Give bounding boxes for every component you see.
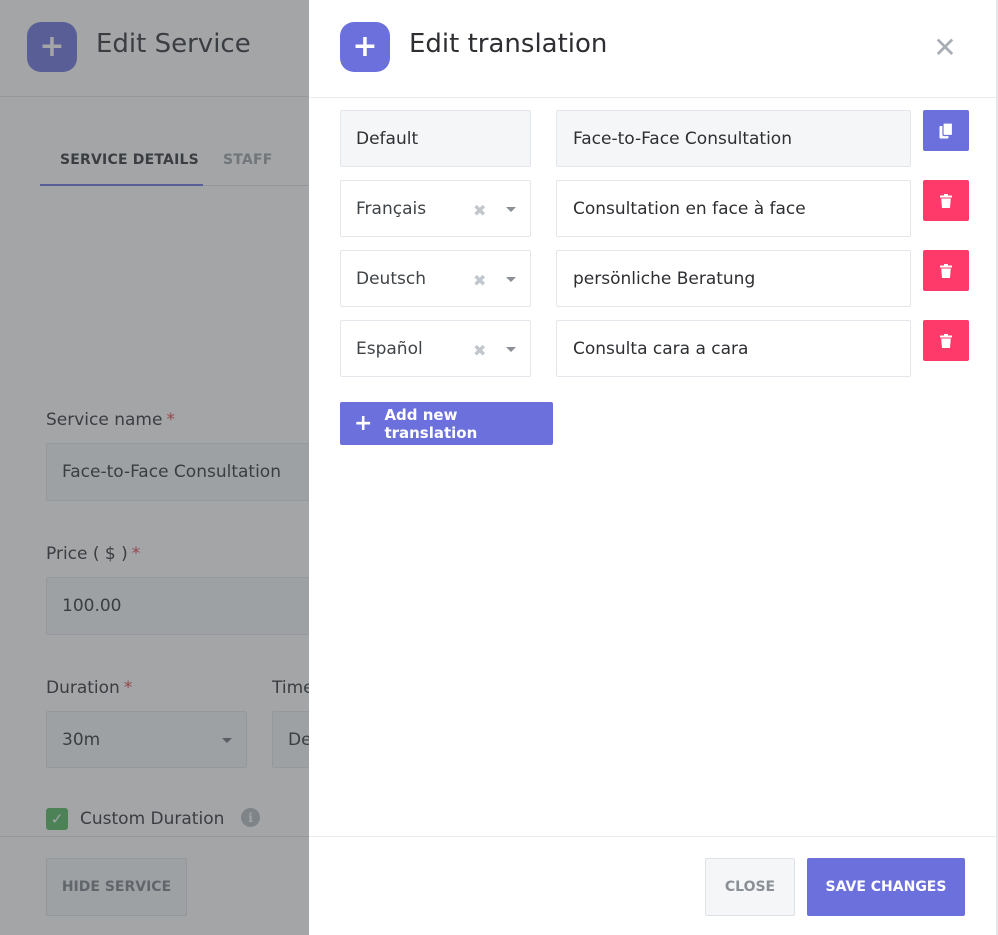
panel-title: Edit translation bbox=[409, 29, 608, 59]
trash-icon bbox=[940, 193, 952, 208]
plus-icon: + bbox=[354, 410, 373, 436]
save-changes-button[interactable]: SAVE CHANGES bbox=[807, 858, 965, 916]
copy-icon bbox=[939, 122, 953, 138]
copy-button[interactable] bbox=[923, 110, 969, 151]
language-select-french[interactable]: Français ✖ bbox=[340, 180, 531, 237]
language-value: Deutsch bbox=[356, 268, 426, 289]
translation-input-french[interactable]: Consultation en face à face bbox=[556, 180, 911, 237]
close-icon[interactable]: ✕ bbox=[930, 31, 960, 64]
translation-input-default[interactable]: Face-to-Face Consultation bbox=[556, 110, 911, 167]
language-value: Español bbox=[356, 338, 423, 359]
language-select-spanish[interactable]: Español ✖ bbox=[340, 320, 531, 377]
panel-header: + Edit translation ✕ bbox=[309, 0, 996, 98]
language-default: Default bbox=[340, 110, 531, 167]
chevron-down-icon bbox=[506, 277, 516, 282]
clear-icon[interactable]: ✖ bbox=[473, 341, 486, 360]
delete-button[interactable] bbox=[923, 250, 969, 291]
language-select-german[interactable]: Deutsch ✖ bbox=[340, 250, 531, 307]
chevron-down-icon bbox=[506, 347, 516, 352]
plus-icon: + bbox=[340, 22, 390, 72]
clear-icon[interactable]: ✖ bbox=[473, 201, 486, 220]
add-translation-button[interactable]: + Add new translation bbox=[340, 402, 553, 445]
delete-button[interactable] bbox=[923, 180, 969, 221]
language-value: Français bbox=[356, 198, 427, 219]
clear-icon[interactable]: ✖ bbox=[473, 271, 486, 290]
add-translation-label: Add new translation bbox=[384, 405, 478, 442]
delete-button[interactable] bbox=[923, 320, 969, 361]
translation-input-spanish[interactable]: Consulta cara a cara bbox=[556, 320, 911, 377]
trash-icon bbox=[940, 263, 952, 278]
trash-icon bbox=[940, 333, 952, 348]
chevron-down-icon bbox=[506, 207, 516, 212]
edit-translation-panel: + Edit translation ✕ Default Face-to-Fac… bbox=[309, 0, 998, 935]
translation-input-german[interactable]: persönliche Beratung bbox=[556, 250, 911, 307]
close-button[interactable]: CLOSE bbox=[705, 858, 795, 916]
